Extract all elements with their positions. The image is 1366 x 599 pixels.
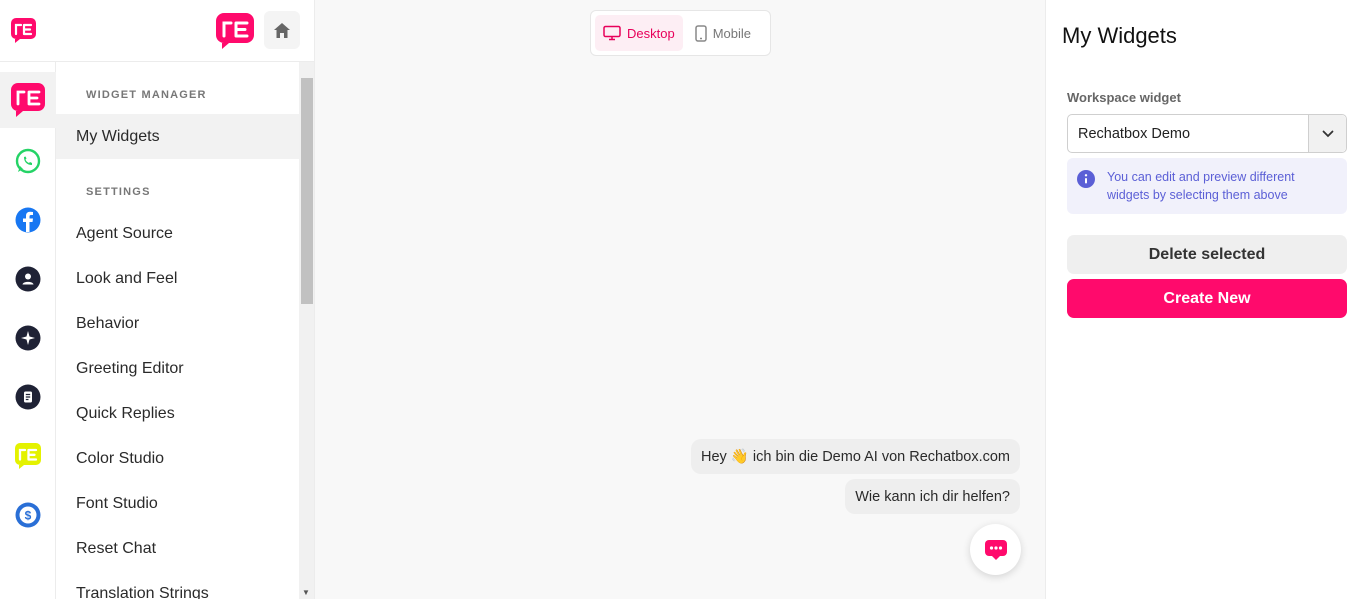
rail-item-docs[interactable] bbox=[0, 369, 56, 425]
menu-item-translation-strings[interactable]: Translation Strings bbox=[56, 571, 299, 599]
create-new-button[interactable]: Create New bbox=[1067, 279, 1347, 318]
section-settings: SETTINGS bbox=[86, 186, 151, 198]
info-icon bbox=[1077, 170, 1095, 188]
chat-bubble-icon bbox=[984, 539, 1007, 560]
topbar bbox=[0, 0, 315, 62]
menu-item-behavior[interactable]: Behavior bbox=[56, 301, 299, 346]
svg-text:$: $ bbox=[25, 509, 32, 523]
sparkle-icon bbox=[15, 325, 41, 351]
chat-launcher-button[interactable] bbox=[970, 524, 1021, 575]
dollar-icon: $ bbox=[15, 502, 41, 528]
whatsapp-icon bbox=[15, 148, 41, 174]
selected-widget-value: Rechatbox Demo bbox=[1078, 125, 1191, 142]
rechatbox-logo-icon bbox=[15, 443, 41, 469]
scroll-down-icon[interactable]: ▼ bbox=[302, 588, 310, 597]
icon-rail: $ bbox=[0, 62, 56, 599]
app: $ WIDGET MANAGER My Widgets SETTINGS Age… bbox=[0, 0, 1366, 599]
user-circle-icon bbox=[15, 266, 41, 292]
menu-item-font-studio[interactable]: Font Studio bbox=[56, 481, 299, 526]
desktop-label: Desktop bbox=[627, 25, 675, 41]
rail-item-whatsapp[interactable] bbox=[0, 133, 56, 189]
preview-area: Desktop Mobile Hey 👋 ich bin die Demo AI… bbox=[315, 0, 1046, 599]
sidebar-scrollbar[interactable]: ▼ bbox=[299, 62, 315, 599]
scroll-thumb[interactable] bbox=[301, 78, 313, 304]
mobile-button[interactable]: Mobile bbox=[687, 15, 759, 51]
rail-item-ai[interactable] bbox=[0, 310, 56, 366]
info-box: You can edit and preview different widge… bbox=[1067, 158, 1347, 214]
sidebar-menu: WIDGET MANAGER My Widgets SETTINGS Agent… bbox=[56, 62, 299, 599]
menu-item-color-studio[interactable]: Color Studio bbox=[56, 436, 299, 481]
rechatbox-logo-icon bbox=[11, 83, 45, 117]
document-icon bbox=[15, 384, 41, 410]
rail-item-billing[interactable]: $ bbox=[0, 487, 56, 543]
rail-item-rechatbox[interactable] bbox=[0, 72, 56, 128]
menu-item-look-and-feel[interactable]: Look and Feel bbox=[56, 256, 299, 301]
chat-message-greeting: Hey 👋 ich bin die Demo AI von Rechatbox.… bbox=[690, 439, 1020, 474]
home-icon bbox=[274, 22, 290, 38]
phone-icon bbox=[694, 24, 707, 42]
monitor-icon bbox=[603, 25, 621, 41]
facebook-icon bbox=[15, 207, 41, 233]
rail-item-agent[interactable] bbox=[0, 251, 56, 307]
select-arrow[interactable] bbox=[1308, 115, 1346, 152]
rail-item-rechatbox-yellow[interactable] bbox=[0, 428, 56, 484]
menu-item-reset-chat[interactable]: Reset Chat bbox=[56, 526, 299, 571]
device-toggle: Desktop Mobile bbox=[590, 10, 771, 56]
chat-message-question: Wie kann ich dir helfen? bbox=[845, 479, 1020, 514]
chevron-down-icon bbox=[1322, 130, 1333, 137]
menu-item-my-widgets[interactable]: My Widgets bbox=[56, 114, 299, 159]
info-text: You can edit and preview different widge… bbox=[1107, 170, 1295, 202]
menu-item-quick-replies[interactable]: Quick Replies bbox=[56, 391, 299, 436]
section-widget-manager: WIDGET MANAGER bbox=[86, 89, 207, 101]
delete-selected-button[interactable]: Delete selected bbox=[1067, 235, 1347, 274]
page-title: My Widgets bbox=[1062, 23, 1177, 48]
workspace-widget-label: Workspace widget bbox=[1067, 90, 1181, 105]
rechatbox-logo-icon[interactable] bbox=[11, 18, 36, 43]
workspace-widget-select[interactable]: Rechatbox Demo bbox=[1067, 114, 1347, 153]
menu-item-greeting-editor[interactable]: Greeting Editor bbox=[56, 346, 299, 391]
menu-item-agent-source[interactable]: Agent Source bbox=[56, 211, 299, 256]
desktop-button[interactable]: Desktop bbox=[595, 15, 683, 51]
mobile-label: Mobile bbox=[712, 25, 751, 41]
brand-logo-icon[interactable] bbox=[216, 13, 254, 49]
widget-panel: My Widgets Workspace widget Rechatbox De… bbox=[1047, 0, 1366, 599]
home-button[interactable] bbox=[264, 11, 300, 49]
rail-item-facebook[interactable] bbox=[0, 192, 56, 248]
